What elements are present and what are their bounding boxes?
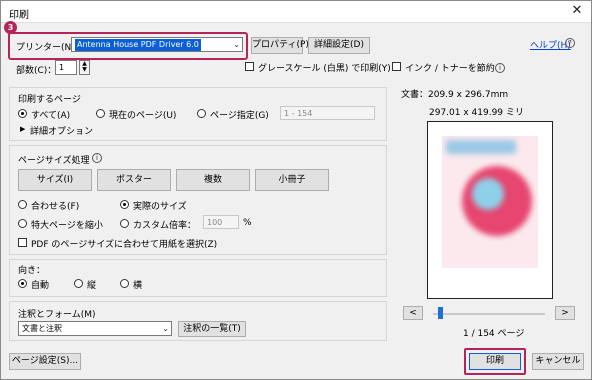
printer-dropdown[interactable]: Antenna House PDF Driver 6.0 ⌄: [71, 37, 243, 52]
page-slider-thumb[interactable]: [438, 307, 443, 319]
radio-fit-label: 合わせる(F): [31, 202, 80, 212]
page-slider-track[interactable]: [433, 313, 545, 315]
comments-heading: 注釈とフォーム(M): [18, 310, 96, 320]
triangle-right-icon[interactable]: ▶: [20, 125, 25, 133]
save-ink-label: インク / トナーを節約: [405, 64, 495, 74]
print-button[interactable]: 印刷: [469, 353, 521, 370]
title-bar: 印刷 ✕: [1, 1, 591, 23]
copies-input[interactable]: 1: [55, 60, 77, 75]
radio-auto[interactable]: [18, 279, 27, 288]
tab-booklet[interactable]: 小冊子: [255, 169, 329, 191]
chevron-down-icon: ⌄: [233, 40, 240, 49]
radio-custom-scale-label: カスタム倍率：: [133, 221, 197, 231]
radio-shrink[interactable]: [18, 219, 27, 228]
preview-cover-shape: [446, 140, 516, 154]
spinner-arrows-icon[interactable]: ▲ ▼: [79, 60, 90, 75]
advanced-button[interactable]: 詳細設定(D): [308, 37, 370, 54]
radio-range[interactable]: [197, 109, 206, 118]
radio-all[interactable]: [18, 109, 27, 118]
radio-all-label: すべて(A): [31, 111, 71, 121]
tab-poster[interactable]: ポスター: [97, 169, 171, 191]
preview-panel: 文書：209.9 x 296.7mm 297.01 x 419.99 ミリ < …: [393, 87, 585, 341]
pages-to-print-group: 印刷するページ すべて(A) 現在のページ(U) ページ指定(G) 1 - 15…: [9, 87, 387, 141]
choose-paper-label: PDF のページサイズに合わせて用紙を選択(Z): [31, 240, 218, 250]
grayscale-label: グレースケール (白黒) で印刷(Y): [258, 64, 391, 74]
next-page-button[interactable]: >: [555, 306, 575, 320]
radio-landscape[interactable]: [120, 279, 129, 288]
orientation-heading: 向き：: [18, 266, 46, 276]
preview-cover-shape: [472, 178, 504, 210]
more-options-toggle[interactable]: 詳細オプション: [30, 124, 93, 137]
page-setup-button[interactable]: ページ設定(S)...: [9, 353, 81, 370]
prev-page-button[interactable]: <: [403, 306, 423, 320]
preview-cover-image: [442, 136, 538, 268]
radio-auto-label: 自動: [31, 281, 50, 291]
page-sizing-heading: ページサイズ処理: [18, 156, 90, 166]
radio-actual-size[interactable]: [120, 200, 129, 209]
radio-range-label: ページ指定(G): [210, 111, 269, 121]
radio-landscape-label: 横: [133, 281, 143, 291]
grayscale-checkbox[interactable]: [245, 62, 254, 71]
comments-selected: 文書と注釈: [22, 324, 62, 333]
printer-selected: Antenna House PDF Driver 6.0: [75, 39, 201, 51]
comments-dropdown[interactable]: 文書と注釈 ⌄: [18, 321, 172, 336]
radio-actual-size-label: 実際のサイズ: [133, 202, 187, 212]
pages-heading: 印刷するページ: [18, 95, 81, 105]
radio-custom-scale[interactable]: [120, 219, 129, 228]
custom-scale-input[interactable]: 100: [203, 215, 239, 229]
chevron-down-icon: ⌄: [162, 324, 169, 333]
window-title: 印刷: [9, 10, 29, 21]
page-indicator: 1 / 154 ページ: [463, 329, 525, 339]
doc-size-label: 文書：209.9 x 296.7mm: [401, 90, 509, 100]
close-icon[interactable]: ✕: [569, 3, 585, 19]
preview-page: [427, 121, 553, 299]
orientation-group: 向き： 自動 縦 横: [9, 259, 387, 297]
tab-multiple[interactable]: 複数: [176, 169, 250, 191]
comments-summary-button[interactable]: 注釈の一覧(T): [178, 321, 246, 337]
page-range-input[interactable]: 1 - 154: [280, 106, 375, 120]
print-dialog: 印刷 ✕ 3 プリンター(N)： Antenna House PDF Drive…: [0, 0, 592, 380]
tab-size[interactable]: サイズ(I): [18, 169, 92, 191]
radio-portrait-label: 縦: [87, 281, 97, 291]
choose-paper-checkbox[interactable]: [18, 238, 27, 247]
copies-label: 部数(C)：: [16, 66, 57, 76]
properties-button[interactable]: プロパティ(P): [251, 37, 309, 54]
comments-forms-group: 注釈とフォーム(M) 文書と注釈 ⌄ 注釈の一覧(T): [9, 301, 387, 341]
save-ink-checkbox[interactable]: [392, 62, 401, 71]
percent-label: %: [243, 218, 252, 228]
radio-current-label: 現在のページ(U): [109, 111, 177, 121]
page-sizing-group: ページサイズ処理 i サイズ(I) ポスター 複数 小冊子 合わせる(F) 実際…: [9, 145, 387, 255]
radio-current[interactable]: [96, 109, 105, 118]
radio-shrink-label: 特大ページを縮小: [31, 221, 103, 231]
cancel-button[interactable]: キャンセル: [532, 353, 584, 370]
question-circle-icon[interactable]: ?: [565, 38, 575, 48]
radio-portrait[interactable]: [74, 279, 83, 288]
radio-fit[interactable]: [18, 200, 27, 209]
info-circle-icon[interactable]: i: [92, 153, 102, 163]
info-circle-icon[interactable]: i: [495, 63, 505, 73]
paper-size-label: 297.01 x 419.99 ミリ: [429, 108, 524, 118]
